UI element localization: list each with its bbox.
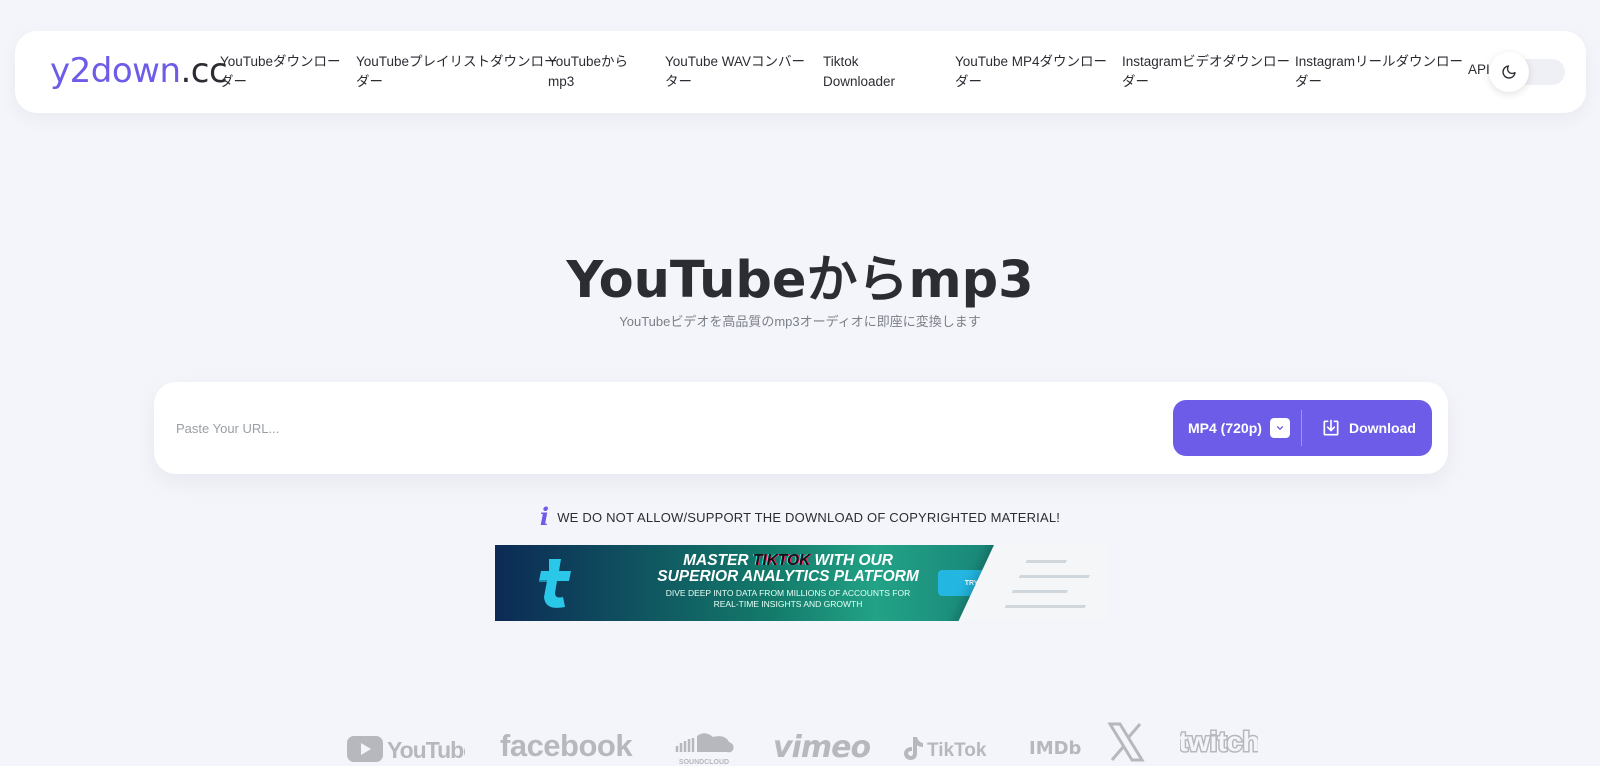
- nav-label: mp3: [548, 74, 575, 89]
- svg-text:twitch: twitch: [1180, 726, 1258, 757]
- site-header: y2down.cc YouTubeダウンロー ダー YouTubeプレイリストダウ…: [15, 31, 1586, 113]
- nav-label: YouTubeプレイリストダウンロー: [356, 54, 558, 69]
- nav-youtube-playlist-downloader[interactable]: YouTubeプレイリストダウンロー ダー: [356, 52, 558, 92]
- nav-youtube-mp4-downloader[interactable]: YouTube MP4ダウンロー ダー: [955, 52, 1107, 92]
- ad-headline: MASTER TIKTOK WITH OUR SUPERIOR ANALYTIC…: [593, 553, 983, 585]
- format-selected-label: MP4 (720p): [1188, 420, 1262, 436]
- theme-toggle[interactable]: [1489, 52, 1529, 92]
- nav-label: ダー: [955, 74, 982, 89]
- facebook-logo-icon: facebook: [500, 728, 633, 763]
- youtube-logo-icon: YouTube: [347, 734, 476, 766]
- nav-instagram-video-downloader[interactable]: Instagramビデオダウンロー ダー: [1122, 52, 1290, 92]
- nav-youtube-downloader[interactable]: YouTubeダウンロー ダー: [220, 52, 341, 92]
- tiktok-analytics-logo-icon: [539, 559, 571, 608]
- url-form: MP4 (720p) Download: [154, 382, 1448, 474]
- nav-label: ダー: [220, 74, 247, 89]
- nav-api[interactable]: API: [1468, 62, 1490, 77]
- url-input[interactable]: [176, 412, 1116, 444]
- nav-label: YouTubeダウンロー: [220, 54, 341, 69]
- download-label: Download: [1349, 420, 1416, 436]
- ad-subtext-line: DIVE DEEP INTO DATA FROM MILLIONS OF ACC…: [665, 588, 911, 598]
- nav-youtube-wav-converter[interactable]: YouTube WAVコンバー ター: [665, 52, 805, 92]
- ad-subtext-line: REAL-TIME INSIGHTS AND GROWTH: [713, 599, 863, 609]
- nav-label: YouTube WAVコンバー: [665, 54, 806, 69]
- nav-label: YouTubeから: [548, 54, 629, 69]
- nav-label: ダー: [1122, 74, 1149, 89]
- moon-icon: [1502, 65, 1516, 79]
- nav-label: ダー: [356, 74, 383, 89]
- download-icon: [1323, 419, 1339, 436]
- x-logo-icon: X: [1106, 722, 1146, 766]
- imdb-logo-icon: IMDb: [1029, 738, 1082, 759]
- ad-subtext: DIVE DEEP INTO DATA FROM MILLIONS OF ACC…: [593, 588, 983, 610]
- svg-text:SOUNDCLOUD: SOUNDCLOUD: [679, 759, 729, 766]
- action-group: MP4 (720p) Download: [1173, 400, 1432, 456]
- vimeo-logo-icon: vimeo: [773, 730, 871, 765]
- ad-banner[interactable]: MASTER TIKTOK WITH OUR SUPERIOR ANALYTIC…: [495, 545, 1108, 621]
- svg-text:TikTok: TikTok: [927, 740, 987, 761]
- ad-headline-brand: TIKTOK: [752, 552, 811, 569]
- ad-headline-part: MASTER: [683, 552, 753, 569]
- button-divider: [1301, 410, 1302, 446]
- notice-text: WE DO NOT ALLOW/SUPPORT THE DOWNLOAD OF …: [557, 510, 1061, 525]
- logo-brand: y2down: [50, 51, 181, 91]
- nav-label: Instagramリールダウンロー: [1295, 54, 1464, 69]
- nav-label: YouTube MP4ダウンロー: [955, 54, 1108, 69]
- download-button[interactable]: Download: [1303, 400, 1432, 456]
- ad-headline-part: WITH OUR: [810, 552, 893, 569]
- copyright-notice: i WE DO NOT ALLOW/SUPPORT THE DOWNLOAD OF…: [0, 502, 1600, 531]
- page-subtitle: YouTubeビデオを高品質のmp3オーディオに即座に変換します: [619, 314, 981, 329]
- format-select[interactable]: MP4 (720p): [1173, 400, 1301, 456]
- chevron-down-icon: [1269, 418, 1290, 438]
- soundcloud-logo-icon: SOUNDCLOUD: [671, 730, 737, 766]
- svg-text:YouTube: YouTube: [387, 737, 465, 763]
- ad-headline-line2: SUPERIOR ANALYTICS PLATFORM: [657, 568, 919, 585]
- info-icon: i: [539, 502, 550, 531]
- nav-tiktok-downloader[interactable]: Tiktok Downloader: [823, 52, 895, 92]
- nav-label: Tiktok: [823, 54, 859, 69]
- nav-instagram-reel-downloader[interactable]: Instagramリールダウンロー ダー: [1295, 52, 1463, 92]
- nav-label: ター: [665, 74, 692, 89]
- page-title: YouTubeからmp3: [566, 251, 1034, 310]
- platform-logos: YouTube facebook SOUNDCLOUD vimeo TikTok…: [0, 722, 1600, 766]
- nav-youtube-to-mp3[interactable]: YouTubeから mp3: [548, 52, 628, 92]
- site-logo[interactable]: y2down.cc: [50, 51, 228, 91]
- tiktok-logo-icon: TikTok: [903, 734, 995, 766]
- nav-label: Downloader: [823, 74, 896, 89]
- nav-label: ダー: [1295, 74, 1322, 89]
- twitch-logo-icon: twitch: [1177, 724, 1261, 763]
- nav-label: Instagramビデオダウンロー: [1122, 54, 1291, 69]
